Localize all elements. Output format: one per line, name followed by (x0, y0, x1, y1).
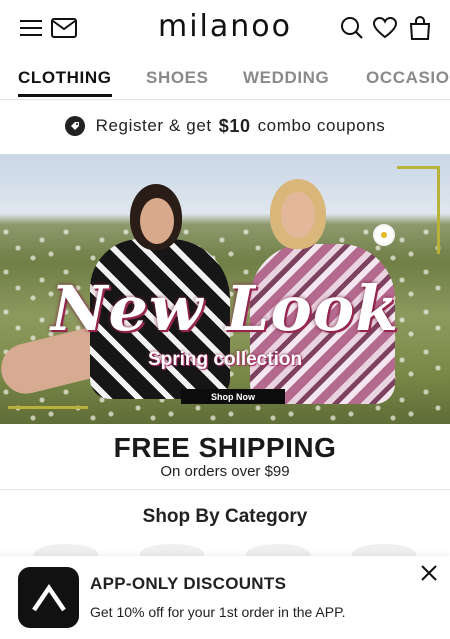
app-logo-icon[interactable] (18, 567, 79, 628)
register-suffix: combo coupons (257, 116, 386, 135)
banner-title: New Look (50, 272, 400, 345)
tab-clothing[interactable]: CLOTHING (18, 68, 112, 97)
free-shipping-subtitle: On orders over $99 (160, 463, 290, 480)
shop-by-category-heading: Shop By Category (142, 506, 308, 527)
shop-now-button[interactable]: Shop Now (181, 389, 285, 404)
category-tabs: CLOTHING SHOES WEDDING OCCASION (0, 62, 450, 100)
gold-frame-line (397, 166, 440, 169)
app-download-banner[interactable]: APP-ONLY DISCOUNTS Get 10% off for your … (0, 556, 450, 639)
shopping-bag-icon[interactable] (405, 13, 435, 43)
free-shipping-block[interactable]: FREE SHIPPING On orders over $99 (0, 432, 450, 490)
brand-logo[interactable]: milanoo (150, 4, 300, 48)
hamburger-menu-icon[interactable] (16, 13, 46, 43)
app-promo-title: APP-ONLY DISCOUNTS (90, 574, 287, 593)
tab-occasion[interactable]: OCCASION (366, 68, 450, 88)
model-left-face (140, 198, 174, 244)
tab-wedding[interactable]: WEDDING (243, 68, 329, 88)
top-header: milanoo (0, 0, 450, 56)
gold-frame-line (437, 166, 440, 254)
banner-subtitle: Spring collection (147, 349, 303, 370)
register-prefix: Register & get (95, 116, 212, 135)
coupon-ticket-icon (64, 116, 85, 136)
close-icon[interactable] (418, 562, 440, 584)
heart-icon[interactable] (370, 13, 400, 43)
search-icon[interactable] (337, 13, 367, 43)
model-right-face (281, 192, 315, 238)
app-promo-subtitle: Get 10% off for your 1st order in the AP… (90, 604, 346, 620)
register-coupon-bar[interactable]: Register & get $10 combo coupons (0, 100, 450, 152)
hero-banner[interactable]: New Look Spring collection Shop Now (0, 154, 450, 424)
tab-shoes[interactable]: SHOES (146, 68, 209, 88)
daisy-flower (375, 226, 393, 244)
free-shipping-title: FREE SHIPPING (113, 432, 337, 463)
gold-frame-line (8, 406, 88, 409)
mail-icon[interactable] (49, 13, 79, 43)
coupon-amount: $10 (218, 115, 251, 136)
